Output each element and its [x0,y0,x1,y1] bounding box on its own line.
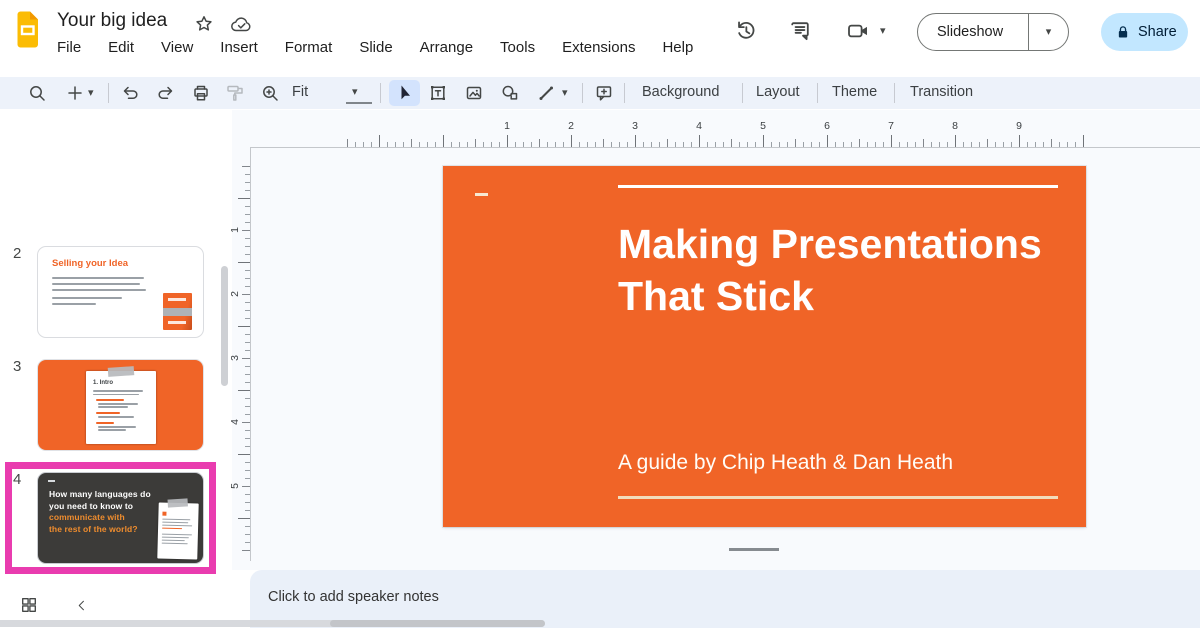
slide-number-placeholder [475,193,488,196]
vertical-ruler-baseline [250,147,251,561]
toolbar-divider [582,83,583,103]
slide-title-textbox[interactable]: Making Presentations That Stick [618,218,1070,322]
toolbar-divider [380,83,381,103]
share-button[interactable]: Share [1101,13,1188,51]
filmstrip-scrollbar[interactable] [221,266,228,386]
text-box-icon[interactable] [428,83,448,103]
theme-button[interactable]: Theme [832,84,877,100]
horizontal-scrollbar[interactable] [0,620,545,627]
slideshow-button[interactable]: Slideshow ▾ [917,13,1069,51]
slide-thumbnail-2[interactable]: Selling your Idea [37,246,204,338]
cursor-icon [395,83,415,103]
menubar: File Edit View Insert Format Slide Arran… [57,39,693,56]
menu-slide[interactable]: Slide [359,39,392,56]
thumb3-note-title: 1. Intro [93,380,113,386]
menu-extensions[interactable]: Extensions [562,39,635,56]
slide-filmstrip: 2 Selling your Idea 3 1. Intro [0,110,232,570]
version-history-icon[interactable] [734,19,758,48]
menu-insert[interactable]: Insert [220,39,258,56]
toolbar-divider [894,83,895,103]
zoom-select-caret-icon[interactable]: ▾ [352,87,358,98]
menu-format[interactable]: Format [285,39,333,56]
toolbar-divider [742,83,743,103]
zoom-select-value[interactable]: Fit [292,84,308,100]
share-label: Share [1138,24,1177,40]
menu-arrange[interactable]: Arrange [420,39,473,56]
slide-number: 2 [13,245,33,262]
paint-format-icon [225,83,245,103]
cloud-saved-icon[interactable] [230,15,253,39]
comments-icon[interactable] [788,19,812,48]
slide-thumbnail-3[interactable]: 1. Intro [37,359,204,451]
insert-line-icon[interactable] [536,83,556,103]
background-button[interactable]: Background [642,84,719,100]
zoom-in-icon[interactable] [260,83,280,103]
menu-view[interactable]: View [161,39,193,56]
toolbar-divider [624,83,625,103]
slide-subtitle-textbox[interactable]: A guide by Chip Heath & Dan Heath [618,451,953,475]
grid-view-icon[interactable] [20,596,38,619]
app-header: Your big idea File Edit View Insert Form… [0,0,1200,77]
add-comment-icon[interactable] [594,83,614,103]
insert-image-icon[interactable] [464,83,484,103]
current-slide[interactable]: Making Presentations That Stick A guide … [443,166,1086,527]
slides-logo-icon[interactable] [14,11,41,53]
print-icon[interactable] [191,83,211,103]
toolbar-divider [817,83,818,103]
transition-button[interactable]: Transition [910,84,973,100]
camera-dropdown-caret-icon[interactable]: ▾ [880,26,886,37]
menu-edit[interactable]: Edit [108,39,134,56]
menu-help[interactable]: Help [662,39,693,56]
redo-icon[interactable] [156,83,176,103]
horizontal-ruler-baseline [250,147,1200,148]
layout-button[interactable]: Layout [756,84,800,100]
horizontal-ruler [347,133,1091,147]
menu-tools[interactable]: Tools [500,39,535,56]
toolbar: ▾ Fit ▾ ▾ Background [0,77,1200,109]
toolbar-divider [108,83,109,103]
star-icon[interactable] [194,14,214,39]
meet-camera-icon[interactable] [846,19,870,48]
lock-icon [1115,24,1131,40]
collapse-filmstrip-icon[interactable] [75,599,88,617]
selected-slide-highlight [5,462,216,574]
menu-file[interactable]: File [57,39,81,56]
line-caret-icon[interactable]: ▾ [562,88,582,108]
slideshow-dropdown-caret-icon[interactable]: ▾ [1029,27,1068,38]
search-menus-icon[interactable] [27,83,47,103]
notes-resize-handle[interactable] [729,548,779,551]
new-slide-caret-icon[interactable]: ▾ [88,88,108,108]
new-slide-icon[interactable] [65,83,85,103]
document-title[interactable]: Your big idea [57,10,167,32]
thumb2-title: Selling your Idea [52,258,128,269]
select-tool-button[interactable] [389,80,420,106]
google-slides-app: Your big idea File Edit View Insert Form… [0,0,1200,628]
horizontal-scrollbar-thumb[interactable] [330,620,545,627]
thumb2-book-image [163,293,192,330]
zoom-select-underline [346,102,372,104]
slide-top-rule [618,185,1058,188]
slideshow-label: Slideshow [918,24,1028,40]
slide-number: 3 [13,358,33,375]
insert-shape-icon[interactable] [500,83,520,103]
undo-icon[interactable] [120,83,140,103]
speaker-notes-placeholder[interactable]: Click to add speaker notes [268,589,439,605]
slide-bottom-rule [618,496,1058,499]
